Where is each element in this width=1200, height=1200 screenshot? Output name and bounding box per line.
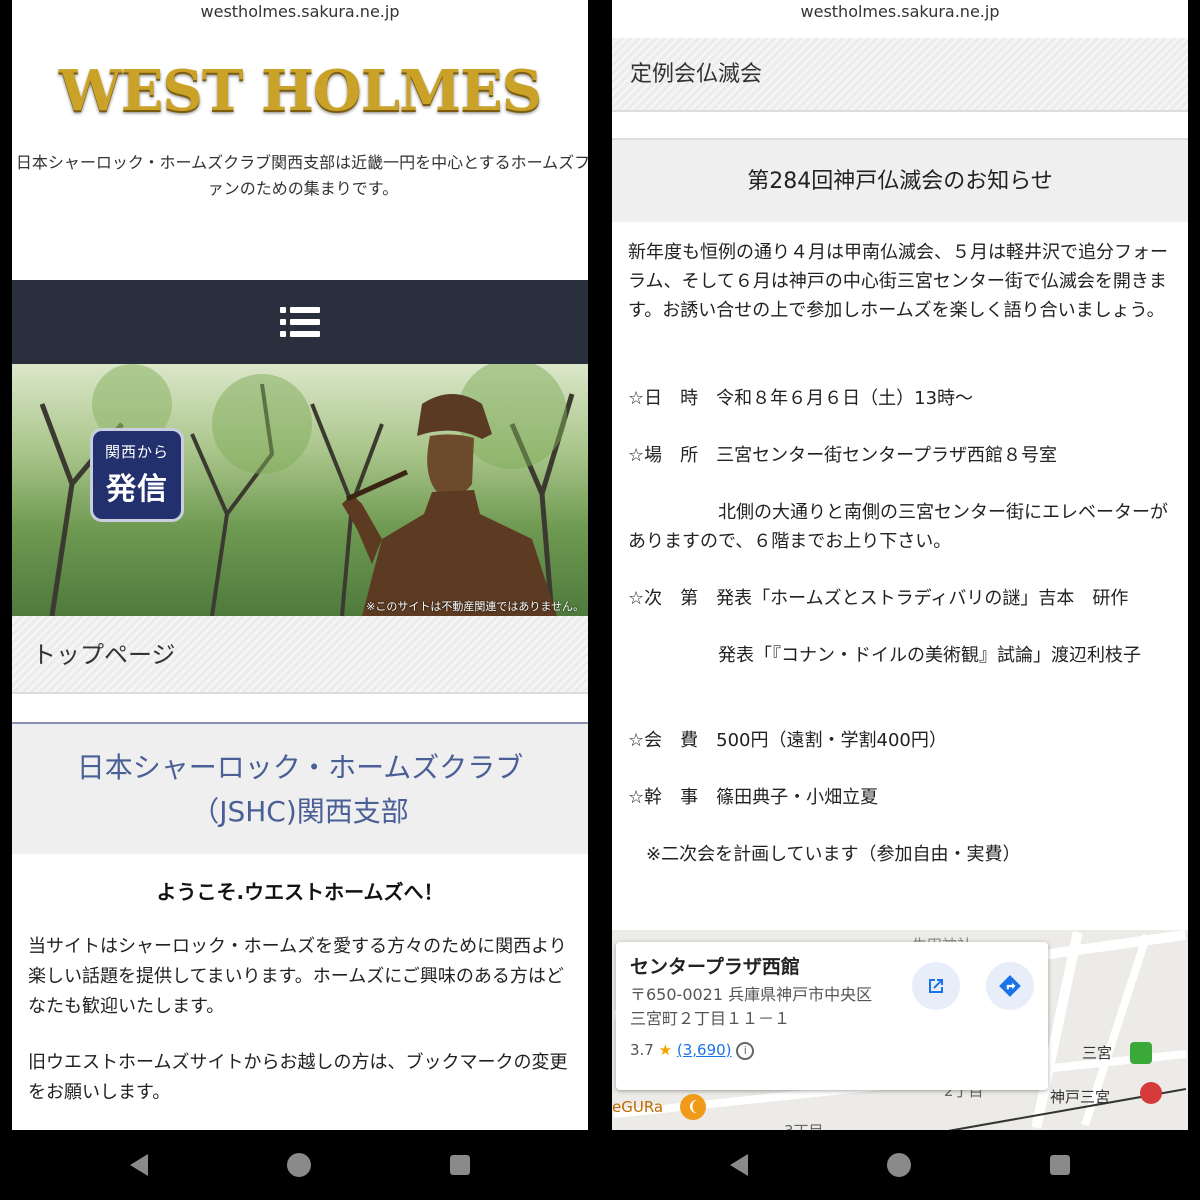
url-bar[interactable]: westholmes.sakura.ne.jp: [12, 0, 588, 38]
back-icon[interactable]: [729, 1154, 748, 1176]
event-venue: ☆場 所 三宮センター街センタープラザ西館８号室: [628, 445, 1058, 466]
info-icon[interactable]: i: [736, 1041, 755, 1060]
recent-apps-icon[interactable]: [1050, 1155, 1071, 1175]
star-icon: ★: [658, 1041, 673, 1059]
event-organizers: ☆幹 事 篠田典子・小畑立夏: [628, 787, 879, 808]
android-nav-bar: [0, 1130, 600, 1200]
webpage-left: WEST HOLMES 日本シャーロック・ホームズクラブ関西支部は近畿一円を中心…: [12, 38, 588, 1130]
intro-paragraph: 当サイトはシャーロック・ホームズを愛する方々のために関西より楽しい話題を提供して…: [28, 936, 567, 1017]
url-text: westholmes.sakura.ne.jp: [800, 2, 1000, 21]
event-fee: ☆会 費 500円（遠割・学割400円）: [628, 730, 947, 751]
hero-disclaimer: ※このサイトは不動産関連ではありません。: [366, 600, 584, 613]
venue-note: 北側の大通りと南側の三宮センター街にエレベーターがありますので、６階までお上り下…: [628, 502, 1168, 552]
webpage-right: 定例会仏滅会 第284回神戸仏滅会のお知らせ 新年度も恒例の通り４月は甲南仏滅会…: [612, 38, 1188, 1130]
home-icon[interactable]: [886, 1153, 911, 1177]
url-text: westholmes.sakura.ne.jp: [200, 2, 400, 21]
program-item-1: ☆次 第 発表「ホームズとストラディバリの謎」吉本 研作: [628, 588, 1129, 609]
right-phone-screenshot: westholmes.sakura.ne.jp 定例会仏滅会 第284回神戸仏滅…: [600, 0, 1200, 1200]
place-address-line2: 三宮町２丁目１１－１: [630, 1009, 791, 1028]
event-date: ☆日 時 令和８年６月６日（土）13時～: [628, 388, 974, 409]
welcome-heading: ようこそ.ウエストホームズへ！: [156, 880, 444, 904]
kansai-hasshin-badge: 関西から 発信: [90, 428, 184, 522]
org-title-line2: （JSHC)関西支部: [191, 795, 409, 828]
badge-line1: 関西から: [104, 443, 169, 461]
external-link-icon: [929, 979, 943, 993]
org-title-line1: 日本シャーロック・ホームズクラブ: [76, 751, 524, 784]
home-icon[interactable]: [286, 1153, 311, 1177]
url-bar[interactable]: westholmes.sakura.ne.jp: [612, 0, 1188, 38]
event-title: 第284回神戸仏滅会のお知らせ: [612, 138, 1188, 222]
afterparty-note: ※二次会を計画しています（参加自由・実費）: [628, 844, 1021, 865]
embedded-map[interactable]: 生田神社 三宮 神戸三宮 eGURa ❨ 3丁目 2丁目 センタープラザ西館 〒…: [612, 930, 1188, 1130]
review-count-link[interactable]: (3,690): [677, 1041, 732, 1059]
recent-apps-icon[interactable]: [450, 1155, 471, 1175]
site-logo[interactable]: WEST HOLMES: [12, 58, 588, 124]
menu-bar: [12, 280, 588, 364]
hankyu-station-icon: [1140, 1082, 1162, 1104]
jr-station-icon: [1130, 1042, 1152, 1064]
section-title: トップページ: [12, 616, 588, 694]
map-label-kobe-sannomiya: 神戸三宮: [1050, 1088, 1111, 1106]
place-name: センタープラザ西館: [630, 956, 800, 978]
program-item-2: 発表「『コナン・ドイルの美術観』試論」渡辺利枝子: [628, 645, 1141, 666]
place-card[interactable]: センタープラザ西館 〒650-0021 兵庫県神戸市中央区 三宮町２丁目１１－１…: [616, 942, 1048, 1090]
directions-icon: [999, 975, 1021, 997]
android-nav-bar: [600, 1130, 1200, 1200]
restaurant-icon[interactable]: ❨: [680, 1094, 706, 1120]
directions-button[interactable]: [986, 962, 1034, 1010]
left-phone-screenshot: westholmes.sakura.ne.jp WEST HOLMES 日本シャ…: [0, 0, 600, 1200]
hero-image: 関西から 発信 ※このサイトは不動産関連ではありません。: [12, 364, 588, 616]
badge-line2: 発信: [106, 472, 168, 507]
hamburger-menu-icon[interactable]: [280, 307, 320, 337]
map-label-3chome: 3丁目: [784, 1120, 824, 1130]
back-icon[interactable]: [129, 1154, 148, 1176]
bookmark-notice: 旧ウエストホームズサイトからお越しの方は、ブックマークの変更をお願いします。: [28, 1052, 568, 1103]
event-intro: 新年度も恒例の通り４月は甲南仏滅会、５月は軽井沢で追分フォーラム、そして６月は神…: [628, 242, 1168, 321]
place-rating: 3.7 ★ (3,690) i: [630, 1041, 1034, 1060]
rating-value: 3.7: [630, 1041, 654, 1059]
site-tagline: 日本シャーロック・ホームズクラブ関西支部は近畿一円を中心とするホームズファンのた…: [15, 153, 588, 198]
map-label-gura: eGURa: [612, 1098, 664, 1116]
place-address-line1: 〒650-0021 兵庫県神戸市中央区: [630, 985, 873, 1004]
org-heading: 日本シャーロック・ホームズクラブ （JSHC)関西支部: [12, 722, 588, 854]
page-header: 定例会仏滅会: [612, 38, 1188, 112]
open-in-maps-button[interactable]: [912, 962, 960, 1010]
map-label-sannomiya: 三宮: [1082, 1044, 1113, 1062]
